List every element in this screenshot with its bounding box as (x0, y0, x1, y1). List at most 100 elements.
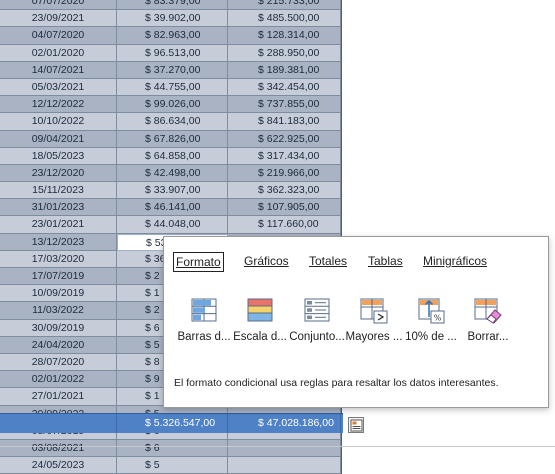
value-cell[interactable]: $ 6 (117, 439, 228, 458)
table-row: 31/01/2023 $ 46.141,00 $ 107.905,00 (0, 199, 341, 217)
date-cell[interactable]: 31/01/2023 (0, 199, 117, 217)
svg-text:%: % (434, 314, 442, 323)
totals-row: $ 5.326.547,00 $ 47.028.186,00 (0, 413, 343, 433)
greater-than-label: Mayores ... (345, 331, 403, 343)
color-scale-label: Escala d... (233, 331, 287, 343)
date-cell[interactable]: 09/04/2021 (0, 130, 117, 148)
date-cell[interactable]: 10/10/2022 (0, 113, 117, 131)
date-cell[interactable]: 10/09/2019 (0, 285, 117, 303)
top-ten-percent-icon: % (416, 297, 446, 325)
value-cell[interactable]: $ 362.323,00 (228, 182, 341, 200)
color-scale-icon (245, 297, 275, 325)
totals-column-1-cell[interactable]: $ 5.326.547,00 (117, 414, 228, 433)
clear-format-icon (473, 297, 503, 325)
tab-formato[interactable]: Formato (173, 252, 224, 272)
date-cell[interactable]: 24/05/2023 (0, 457, 117, 474)
value-cell[interactable]: $ 117.660,00 (228, 216, 341, 234)
value-cell[interactable]: $ 44.048,00 (117, 216, 228, 234)
date-cell[interactable]: 05/03/2021 (0, 78, 117, 97)
value-cell[interactable]: $ 189.381,00 (228, 61, 341, 79)
table-row: 10/10/2022 $ 86.634,00 $ 841.183,00 (0, 113, 341, 131)
value-cell[interactable]: $ 622.925,00 (228, 130, 341, 148)
tab-totales[interactable]: Totales (307, 252, 349, 270)
date-cell[interactable]: 23/12/2020 (0, 164, 117, 183)
value-cell[interactable]: $ 485.500,00 (228, 10, 341, 28)
greater-than-button[interactable]: Mayores ... (344, 297, 404, 343)
quick-analysis-panel: Formato Gráficos Totales Tablas Minigráf… (163, 236, 549, 408)
date-cell[interactable]: 17/03/2020 (0, 250, 117, 268)
date-cell[interactable]: 11/03/2022 (0, 302, 117, 320)
date-cell[interactable]: 18/05/2023 (0, 147, 117, 165)
table-row: 23/09/2021 $ 39.902,00 $ 485.500,00 (0, 10, 341, 28)
icon-set-label: Conjunto... (289, 331, 345, 343)
table-row: 18/05/2023 $ 64.858,00 $ 317.434,00 (0, 147, 341, 165)
value-cell[interactable]: $ 39.902,00 (117, 10, 228, 28)
value-cell[interactable]: $ 46.141,00 (117, 199, 228, 217)
value-cell[interactable]: $ 219.966,00 (228, 164, 341, 183)
table-row: 02/01/2020 $ 96.513,00 $ 288.950,00 (0, 44, 341, 62)
value-cell[interactable]: $ 67.826,00 (117, 130, 228, 148)
icon-set-icon (302, 297, 332, 325)
value-cell[interactable]: $ 107.905,00 (228, 199, 341, 217)
clear-format-label: Borrar... (467, 331, 509, 343)
totals-label-cell[interactable] (0, 414, 117, 433)
date-cell[interactable]: 30/09/2019 (0, 319, 117, 337)
value-cell[interactable]: $ 44.755,00 (117, 78, 228, 97)
value-cell[interactable] (228, 439, 341, 458)
date-cell[interactable]: 23/09/2021 (0, 10, 117, 28)
data-bars-label: Barras d... (177, 331, 231, 343)
value-cell[interactable] (228, 457, 341, 474)
table-row: 15/11/2023 $ 33.907,00 $ 362.323,00 (0, 182, 341, 200)
date-cell[interactable]: 07/07/2020 (0, 0, 117, 11)
date-cell[interactable]: 27/01/2021 (0, 388, 117, 406)
value-cell[interactable]: $ 215.733,00 (228, 0, 341, 11)
date-cell[interactable]: 12/12/2022 (0, 96, 117, 114)
quick-analysis-button[interactable] (348, 417, 364, 433)
top-ten-percent-button[interactable]: % 10% de ... (401, 297, 461, 343)
date-cell[interactable]: 24/04/2020 (0, 336, 117, 354)
greater-than-icon (359, 297, 389, 325)
value-cell[interactable]: $ 64.858,00 (117, 147, 228, 165)
table-row: 05/03/2021 $ 44.755,00 $ 342.454,00 (0, 78, 341, 97)
tab-tablas[interactable]: Tablas (366, 252, 405, 270)
value-cell[interactable]: $ 99.026,00 (117, 96, 228, 114)
value-cell[interactable]: $ 33.907,00 (117, 182, 228, 200)
date-cell[interactable]: 02/01/2022 (0, 371, 117, 389)
value-cell[interactable]: $ 82.963,00 (117, 27, 228, 45)
table-row: 23/12/2020 $ 42.498,00 $ 219.966,00 (0, 164, 341, 183)
value-cell[interactable]: $ 841.183,00 (228, 113, 341, 131)
totals-column-2-cell[interactable]: $ 47.028.186,00 (228, 414, 341, 433)
top-ten-percent-label: 10% de ... (405, 331, 457, 343)
value-cell[interactable]: $ 5 (117, 457, 228, 474)
value-cell[interactable]: $ 288.950,00 (228, 44, 341, 62)
date-cell[interactable]: 15/11/2023 (0, 182, 117, 200)
value-cell[interactable]: $ 737.855,00 (228, 96, 341, 114)
value-cell[interactable]: $ 37.270,00 (117, 61, 228, 79)
value-cell[interactable]: $ 342.454,00 (228, 78, 341, 97)
value-cell[interactable]: $ 317.434,00 (228, 147, 341, 165)
date-cell[interactable]: 04/07/2020 (0, 27, 117, 45)
divider (0, 446, 555, 447)
value-cell[interactable]: $ 96.513,00 (117, 44, 228, 62)
color-scale-button[interactable]: Escala d... (230, 297, 290, 343)
date-cell[interactable]: 13/12/2023 (0, 233, 117, 251)
table-row: 09/04/2021 $ 67.826,00 $ 622.925,00 (0, 130, 341, 148)
date-cell[interactable]: 23/01/2021 (0, 216, 117, 234)
date-cell[interactable]: 03/08/2021 (0, 439, 117, 458)
value-cell[interactable]: $ 128.314,00 (228, 27, 341, 45)
date-cell[interactable]: 14/07/2021 (0, 61, 117, 79)
value-cell[interactable]: $ 42.498,00 (117, 164, 228, 183)
value-cell[interactable]: $ 86.634,00 (117, 113, 228, 131)
tab-minigraficos[interactable]: Minigráficos (421, 252, 489, 270)
date-cell[interactable]: 28/07/2020 (0, 353, 117, 372)
description-text: El formato condicional usa reglas para r… (174, 377, 499, 389)
date-cell[interactable]: 17/07/2019 (0, 268, 117, 286)
data-bars-button[interactable]: Barras d... (174, 297, 234, 343)
data-bars-icon (189, 297, 219, 325)
table-row: 14/07/2021 $ 37.270,00 $ 189.381,00 (0, 61, 341, 79)
tab-graficos[interactable]: Gráficos (242, 252, 291, 270)
value-cell[interactable]: $ 83.379,00 (117, 0, 228, 11)
clear-format-button[interactable]: Borrar... (458, 297, 518, 343)
icon-set-button[interactable]: Conjunto... (287, 297, 347, 343)
date-cell[interactable]: 02/01/2020 (0, 44, 117, 62)
